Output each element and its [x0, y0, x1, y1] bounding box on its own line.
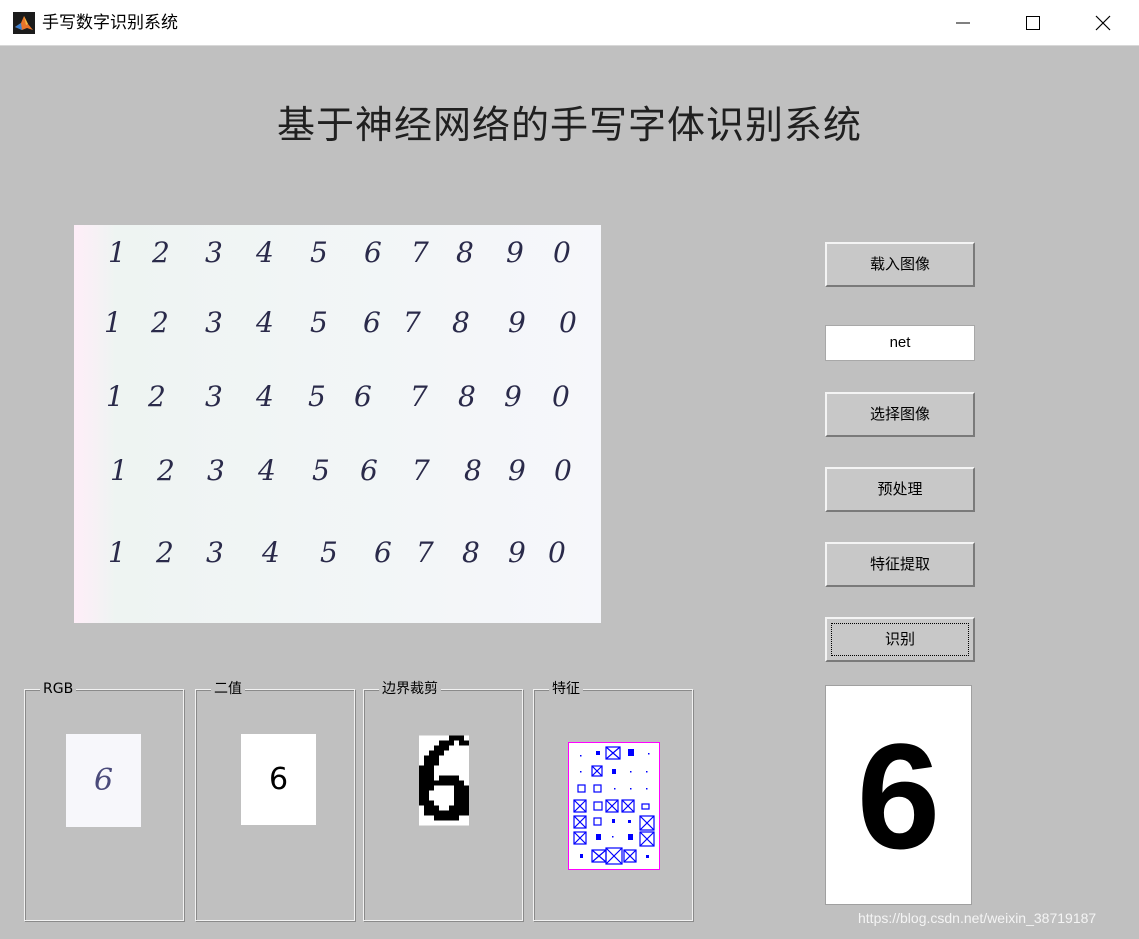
digit: 2 [156, 536, 174, 569]
digit: 7 [403, 306, 421, 339]
feature-grid [568, 742, 660, 870]
digit: 5 [310, 236, 328, 269]
digit: 3 [207, 454, 225, 487]
digit: 4 [256, 306, 274, 339]
feature-extract-button[interactable]: 特征提取 [825, 542, 975, 587]
digit-row: 1 2 3 4 5 6 7 8 9 0 [74, 377, 601, 437]
window-title: 手写数字识别系统 [42, 13, 178, 33]
digit: 5 [320, 536, 338, 569]
digit: 7 [411, 236, 429, 269]
sample-digit-image: 1 2 3 4 5 6 7 8 9 0 1 2 3 4 5 6 7 8 9 0 … [74, 225, 601, 623]
digit: 1 [108, 236, 126, 269]
rgb-thumbnail: 6 [66, 734, 141, 827]
digit: 8 [456, 236, 474, 269]
digit: 5 [308, 380, 326, 413]
digit-row: 1 2 3 4 5 6 7 8 9 0 [74, 233, 601, 293]
digit: 2 [151, 306, 169, 339]
close-button[interactable] [1068, 0, 1138, 46]
recognition-result: 6 [825, 685, 972, 905]
digit: 1 [110, 454, 128, 487]
rgb-panel-label: RGB [40, 679, 77, 699]
digit: 5 [310, 306, 328, 339]
digit: 9 [508, 454, 526, 487]
digit: 4 [256, 380, 274, 413]
digit-row: 1 2 3 4 5 6 7 8 9 0 [74, 533, 601, 593]
crop-panel: 边界裁剪 [363, 679, 523, 921]
digit: 8 [464, 454, 482, 487]
digit: 7 [410, 380, 428, 413]
digit: 0 [548, 536, 566, 569]
minimize-icon [956, 22, 970, 24]
digit: 8 [452, 306, 470, 339]
digit: 9 [506, 236, 524, 269]
digit: 0 [553, 236, 571, 269]
binary-thumbnail: 6 [241, 734, 316, 825]
net-field[interactable]: net [825, 325, 975, 361]
digit: 4 [262, 536, 280, 569]
digit: 6 [363, 306, 381, 339]
digit: 2 [157, 454, 175, 487]
focus-ring [831, 623, 969, 656]
binary-panel: 二值 6 [195, 679, 355, 921]
matlab-icon [13, 12, 35, 34]
digit: 9 [508, 306, 526, 339]
maximize-button[interactable] [998, 0, 1068, 46]
recognize-button[interactable]: 识别 [825, 617, 975, 662]
watermark: https://blog.csdn.net/weixin_38719187 [858, 910, 1097, 926]
feature-panel: 特征 [533, 679, 693, 921]
maximize-icon [1026, 16, 1040, 30]
binary-panel-label: 二值 [211, 679, 245, 699]
digit: 8 [462, 536, 480, 569]
digit: 3 [205, 306, 223, 339]
digit: 6 [354, 380, 372, 413]
digit: 5 [312, 454, 330, 487]
digit: 7 [416, 536, 434, 569]
digit: 3 [205, 380, 223, 413]
close-icon [1095, 15, 1111, 31]
digit: 7 [412, 454, 430, 487]
digit: 0 [554, 454, 572, 487]
crop-panel-label: 边界裁剪 [379, 679, 441, 699]
load-image-button[interactable]: 载入图像 [825, 242, 975, 287]
digit: 1 [104, 306, 122, 339]
digit: 9 [504, 380, 522, 413]
feature-panel-label: 特征 [549, 679, 583, 699]
minimize-button[interactable] [928, 0, 998, 46]
digit: 4 [256, 236, 274, 269]
digit: 2 [152, 236, 170, 269]
rgb-panel: RGB 6 [24, 679, 184, 921]
digit: 6 [374, 536, 392, 569]
digit: 6 [360, 454, 378, 487]
digit: 3 [205, 236, 223, 269]
digit: 1 [106, 380, 124, 413]
page-title: 基于神经网络的手写字体识别系统 [276, 103, 862, 147]
digit: 4 [258, 454, 276, 487]
digit: 8 [458, 380, 476, 413]
digit: 6 [364, 236, 382, 269]
crop-thumbnail [419, 734, 469, 827]
digit: 9 [508, 536, 526, 569]
select-image-button[interactable]: 选择图像 [825, 392, 975, 437]
digit: 0 [559, 306, 577, 339]
preprocess-button[interactable]: 预处理 [825, 467, 975, 512]
digit: 3 [206, 536, 224, 569]
title-bar: 手写数字识别系统 [0, 0, 1139, 46]
digit-row: 1 2 3 4 5 6 7 8 9 0 [74, 451, 601, 511]
digit: 1 [108, 536, 126, 569]
digit: 0 [552, 380, 570, 413]
digit-row: 1 2 3 4 5 6 7 8 9 0 [74, 303, 601, 363]
digit: 2 [148, 380, 166, 413]
